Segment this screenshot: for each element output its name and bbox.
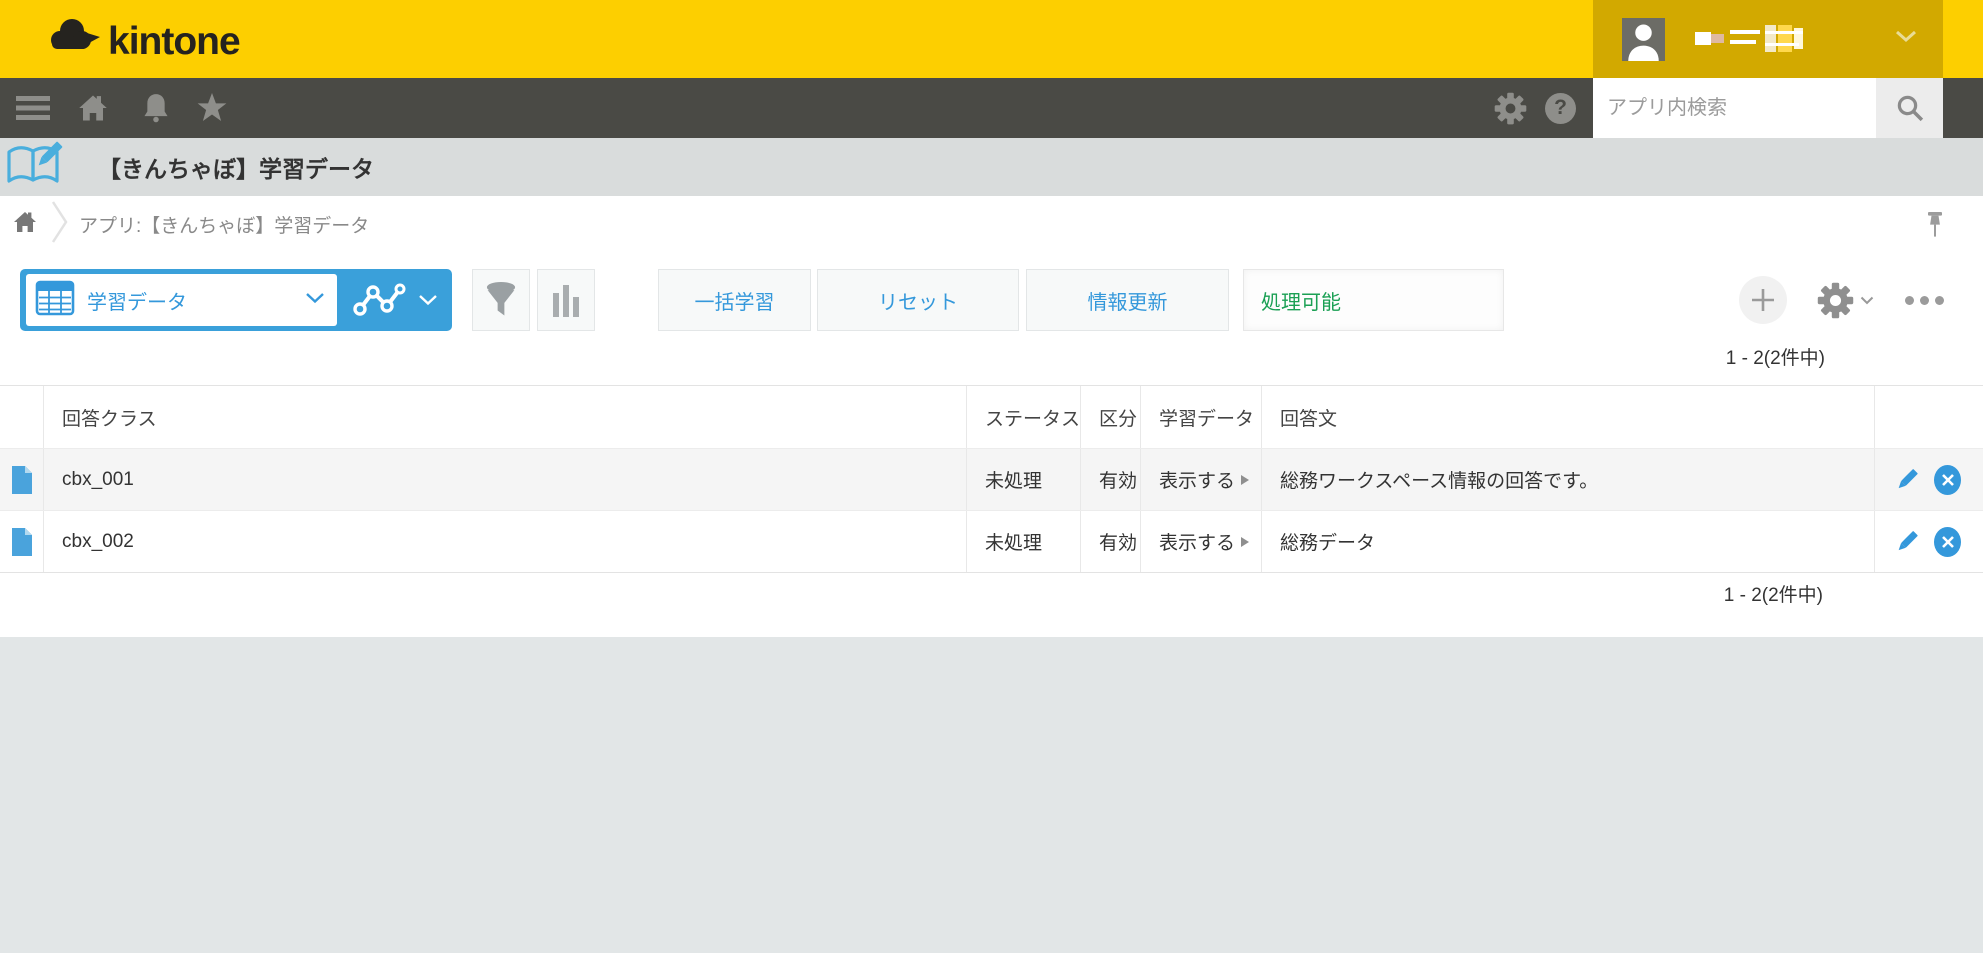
kintone-logo[interactable]: kintone (47, 16, 240, 67)
star-icon[interactable] (196, 93, 228, 123)
breadcrumb: アプリ:【きんちゃぼ】学習データ (0, 196, 1983, 253)
chevron-down-icon (1860, 296, 1874, 305)
chart-button[interactable] (537, 269, 595, 331)
filter-button[interactable] (472, 269, 530, 331)
app-title: 【きんちゃぼ】学習データ (98, 150, 374, 184)
search-icon (1895, 93, 1925, 123)
line-chart-icon (352, 279, 408, 321)
navbar: ? (0, 78, 1983, 138)
funnel-icon (484, 281, 518, 319)
help-icon[interactable]: ? (1545, 93, 1576, 124)
cell-actions (1875, 449, 1983, 510)
record-cell[interactable] (0, 511, 44, 572)
topbar: kintone (0, 0, 1983, 78)
graph-menu-button[interactable] (337, 279, 452, 321)
plus-icon (1750, 287, 1776, 313)
chevron-down-icon[interactable] (1895, 30, 1917, 48)
view-settings-button[interactable] (1817, 282, 1874, 319)
edit-pencil-icon[interactable] (1893, 465, 1920, 495)
kintone-cloud-icon (47, 16, 103, 67)
ellipsis-icon (1905, 296, 1914, 305)
person-icon (1622, 18, 1665, 61)
add-record-button[interactable] (1739, 276, 1787, 324)
table-header-row: 回答クラス ステータス 区分 学習データ 回答文 (0, 386, 1983, 448)
more-options-button[interactable] (1905, 296, 1944, 305)
cell-status: 未処理 (967, 449, 1081, 510)
cell-kubun: 有効 (1081, 449, 1141, 510)
cell-answer-text: 総務データ (1262, 511, 1875, 572)
header-status[interactable]: ステータス (967, 386, 1081, 448)
batch-learn-button[interactable]: 一括学習 (658, 269, 811, 331)
view-selector-dropdown[interactable]: 学習データ (26, 274, 337, 326)
header-answer-text[interactable]: 回答文 (1262, 386, 1875, 448)
user-avatar[interactable] (1622, 18, 1665, 61)
expand-right-icon (1241, 475, 1249, 485)
edit-pencil-icon[interactable] (1893, 527, 1920, 557)
cell-actions (1875, 511, 1983, 572)
record-document-icon (10, 465, 34, 495)
header-learning-data[interactable]: 学習データ (1141, 386, 1262, 448)
cell-answer-text: 総務ワークスペース情報の回答です。 (1262, 449, 1875, 510)
reset-button[interactable]: リセット (817, 269, 1019, 331)
table-view-icon (35, 278, 75, 323)
table-row: cbx_002 未処理 有効 表示する 総務データ (0, 510, 1983, 572)
hamburger-menu-icon[interactable] (16, 94, 50, 122)
view-selector[interactable]: 学習データ (20, 269, 452, 331)
content: アプリ:【きんちゃぼ】学習データ (0, 196, 1983, 637)
cell-learning-data[interactable]: 表示する (1141, 511, 1262, 572)
user-menu[interactable] (1593, 0, 1943, 78)
delete-x-icon[interactable] (1934, 527, 1961, 557)
search-input[interactable] (1593, 78, 1876, 138)
record-document-icon (10, 527, 34, 557)
toolbar-right (1739, 276, 1983, 324)
pin-icon[interactable] (1925, 210, 1945, 245)
pagination-top[interactable]: 1 - 2(2件中) (0, 345, 1983, 373)
cell-kubun: 有効 (1081, 511, 1141, 572)
chevron-down-icon (305, 291, 325, 309)
header-actions-cell (1875, 386, 1983, 448)
info-update-button[interactable]: 情報更新 (1026, 269, 1229, 331)
process-status-button[interactable]: 処理可能 (1243, 269, 1504, 331)
record-cell[interactable] (0, 449, 44, 510)
search-button[interactable] (1876, 78, 1943, 138)
records-table: 回答クラス ステータス 区分 学習データ 回答文 cbx_001 未処理 有効 (0, 385, 1983, 573)
pagination-bottom[interactable]: 1 - 2(2件中) (0, 582, 1983, 610)
gear-icon (1817, 282, 1854, 319)
cell-learning-data[interactable]: 表示する (1141, 449, 1262, 510)
breadcrumb-separator-icon (51, 200, 69, 249)
toolbar: 学習データ (0, 269, 1983, 331)
bar-chart-icon (551, 283, 581, 317)
delete-x-icon[interactable] (1934, 465, 1961, 495)
gear-icon[interactable] (1494, 92, 1527, 125)
navbar-right: ? (1494, 78, 1943, 138)
expand-right-icon (1241, 537, 1249, 547)
home-icon[interactable] (78, 93, 108, 123)
bell-icon[interactable] (142, 93, 170, 123)
table-row: cbx_001 未処理 有効 表示する 総務ワークスペース情報の回答です。 (0, 448, 1983, 510)
breadcrumb-text[interactable]: アプリ:【きんちゃぼ】学習データ (79, 211, 369, 238)
cell-answer-class[interactable]: cbx_002 (44, 511, 967, 572)
app-book-icon (6, 140, 68, 195)
chevron-down-icon (418, 294, 438, 306)
view-selector-label: 学習データ (87, 286, 305, 315)
cell-answer-class[interactable]: cbx_001 (44, 449, 967, 510)
user-name-redacted (1695, 17, 1825, 61)
app-header: 【きんちゃぼ】学習データ (0, 138, 1983, 196)
header-kubun[interactable]: 区分 (1081, 386, 1141, 448)
header-icon-cell (0, 386, 44, 448)
header-answer-class[interactable]: 回答クラス (44, 386, 967, 448)
breadcrumb-home-icon[interactable] (13, 210, 37, 239)
kintone-logo-text: kintone (108, 20, 240, 64)
cell-status: 未処理 (967, 511, 1081, 572)
page: kintone (0, 0, 1983, 953)
